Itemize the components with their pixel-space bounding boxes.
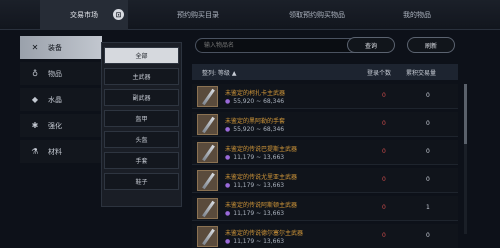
potion-icon: ♁ [32,69,38,78]
item-volume: 0 [426,92,430,99]
column-registered: 登录个数 [367,69,392,77]
item-price-value: 55,920 ~ 68,346 [233,98,285,105]
table-row[interactable]: 未鉴定的传说尤里亚主武器 ● 11,179 ~ 13,663 0 0 [192,168,458,193]
category-label: 强化 [48,121,62,130]
tab-reserve-catalog[interactable]: 预约购买目录 [138,0,258,30]
category-items[interactable]: ♁ 物品 [20,62,102,85]
refresh-button[interactable]: 刷新 [407,37,455,53]
item-volume: 0 [426,232,430,239]
table-header: 整列: 等级 ▲ 登录个数 累积交易量 [192,64,458,80]
category-label: 物品 [48,69,62,78]
table-row[interactable]: 未鉴定的传说巴提斯主武器 ● 11,179 ~ 13,663 0 0 [192,140,458,165]
subcategory-main-weapon[interactable]: 主武器 [104,68,179,85]
subcategory-shoes[interactable]: 鞋子 [104,173,179,190]
item-price-value: 55,920 ~ 68,346 [233,126,285,133]
item-volume: 0 [426,176,430,183]
item-registered: 0 [382,92,386,99]
scrollbar-handle[interactable] [464,84,467,144]
category-label: 水晶 [48,95,62,104]
category-crystal[interactable]: ◆ 水晶 [20,88,102,111]
category-label: 材料 [48,147,62,156]
table-row[interactable]: 未鉴定的传说德尔塞尔主武器 ● 11,179 ~ 13,663 0 0 [192,224,458,248]
item-volume: 0 [426,148,430,155]
subcategory-all[interactable]: 全部 [104,47,179,64]
table-row[interactable]: 未鉴定的柯扎卡主武器 ● 55,920 ~ 68,346 0 0 [192,84,458,109]
tab-my-items[interactable]: 我的物品 [372,0,462,30]
coin-icon: ● [225,182,231,189]
coin-icon: ● [225,154,231,161]
item-thumbnail [197,142,218,163]
item-price-value: 11,179 ~ 13,663 [233,238,285,245]
item-name: 未鉴定的传说德尔塞尔主武器 [225,230,304,237]
item-name: 未鉴定的传说尤里亚主武器 [225,174,298,181]
category-sidebar: ✕ 装备 ♁ 物品 ◆ 水晶 ✱ 强化 ⚗ 材料 [20,36,102,166]
item-registered: 0 [382,120,386,127]
item-thumbnail [197,86,218,107]
subcategory-panel: 全部 主武器 副武器 盔甲 头盔 手套 鞋子 [101,42,182,207]
item-price: ● 55,920 ~ 68,346 [225,98,284,105]
gear-icon: ✱ [31,121,39,130]
sort-by-level[interactable]: 整列: 等级 ▲ [192,68,236,77]
item-name: 未鉴定的黑阿勒的手套 [225,118,286,125]
item-name: 未鉴定的传说巴提斯主武器 [225,146,298,153]
column-volume: 累积交易量 [406,69,437,77]
item-registered: 0 [382,204,386,211]
item-price-value: 11,179 ~ 13,663 [233,182,285,189]
tab-market[interactable]: 交易市场 ⊡ [40,0,128,30]
tab-claim-reserved[interactable]: 领取预约购买物品 [262,0,372,30]
item-thumbnail [197,114,218,135]
item-name: 未鉴定的柯扎卡主武器 [225,90,286,97]
search-button[interactable]: 查询 [347,37,395,53]
item-thumbnail [197,226,218,247]
tab-reserve-catalog-label: 预约购买目录 [177,11,219,19]
category-enhance[interactable]: ✱ 强化 [20,114,102,137]
market-list-panel: 查询 刷新 整列: 等级 ▲ 登录个数 累积交易量 未鉴定的柯扎卡主武器 ●55… [190,32,490,248]
category-materials[interactable]: ⚗ 材料 [20,140,102,163]
tab-my-items-label: 我的物品 [403,11,431,19]
item-thumbnail [197,198,218,219]
item-price: ● 11,179 ~ 13,663 [225,238,284,245]
subcategory-helmet[interactable]: 头盔 [104,131,179,148]
flask-icon: ⚗ [31,147,39,156]
tab-market-label: 交易市场 [70,11,98,19]
category-equipment[interactable]: ✕ 装备 [20,36,102,59]
item-thumbnail [197,170,218,191]
item-name: 未鉴定的传说阿斯顿主武器 [225,202,298,209]
coin-icon: ● [225,238,231,245]
item-volume: 1 [426,204,430,211]
tab-claim-reserved-label: 领取预约购买物品 [289,11,345,19]
item-registered: 0 [382,176,386,183]
coin-icon: ● [225,210,231,217]
subcategory-armor[interactable]: 盔甲 [104,110,179,127]
item-price: ● 55,920 ~ 68,346 [225,126,284,133]
crossed-swords-icon: ✕ [31,43,39,52]
table-row[interactable]: 未鉴定的传说阿斯顿主武器 ● 11,179 ~ 13,663 0 1 [192,196,458,221]
category-label: 装备 [48,43,62,52]
item-price-value: 11,179 ~ 13,663 [233,154,285,161]
coin-icon: ● [225,98,231,105]
coin-icon: ● [225,126,231,133]
item-registered: 0 [382,148,386,155]
subcategory-gloves[interactable]: 手套 [104,152,179,169]
table-row[interactable]: 未鉴定的黑阿勒的手套 ● 55,920 ~ 68,346 0 0 [192,112,458,137]
item-volume: 0 [426,120,430,127]
item-price: ● 11,179 ~ 13,663 [225,154,284,161]
top-tab-bar: 交易市场 ⊡ 预约购买目录 领取预约购买物品 我的物品 [0,0,500,30]
lock-icon: ⊡ [113,9,124,20]
list-scrollbar[interactable] [464,84,467,234]
subcategory-sub-weapon[interactable]: 副武器 [104,89,179,106]
item-price: ● 11,179 ~ 13,663 [225,182,284,189]
item-price: ● 11,179 ~ 13,663 [225,210,284,217]
crystal-icon: ◆ [31,95,39,104]
item-registered: 0 [382,232,386,239]
item-price-value: 11,179 ~ 13,663 [233,210,285,217]
